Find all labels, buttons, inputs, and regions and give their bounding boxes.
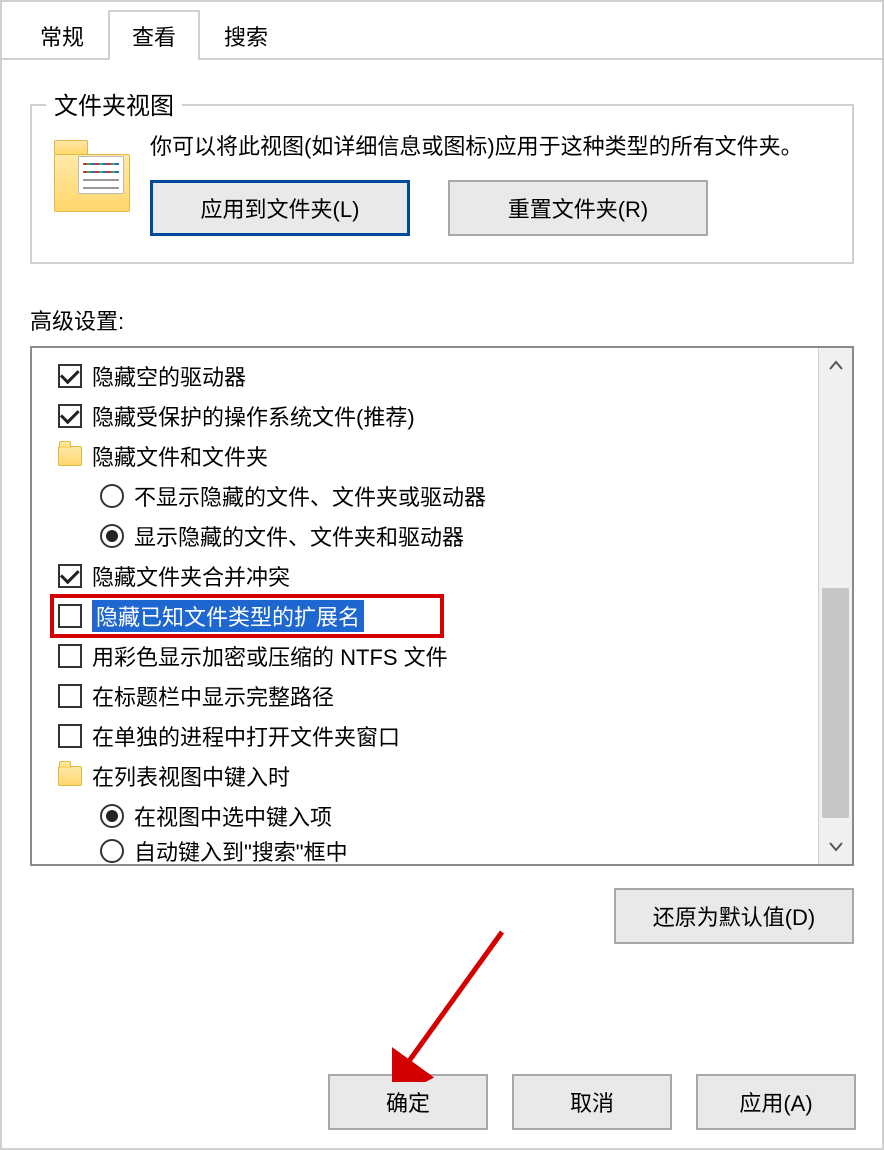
list-item[interactable]: 在视图中选中键入项 xyxy=(58,796,810,836)
checkbox-icon[interactable] xyxy=(58,364,82,388)
list-item-label: 隐藏受保护的操作系统文件(推荐) xyxy=(92,400,415,432)
folder-options-dialog: 常规 查看 搜索 文件夹视图 你可以将此视图(如详细信息或图标)应用于这种类型的… xyxy=(0,0,884,1150)
checkbox-icon[interactable] xyxy=(58,564,82,588)
dialog-buttons: 确定 取消 应用(A) xyxy=(2,1074,882,1130)
list-item[interactable]: 在单独的进程中打开文件夹窗口 xyxy=(58,716,810,756)
scroll-down-icon[interactable] xyxy=(819,830,853,864)
list-item-label: 隐藏文件和文件夹 xyxy=(92,440,268,472)
apply-to-folders-button[interactable]: 应用到文件夹(L) xyxy=(150,180,410,236)
list-item-label: 不显示隐藏的文件、文件夹或驱动器 xyxy=(134,480,486,512)
scroll-thumb[interactable] xyxy=(822,588,849,818)
checkbox-icon[interactable] xyxy=(58,684,82,708)
list-item[interactable]: 不显示隐藏的文件、文件夹或驱动器 xyxy=(58,476,810,516)
radio-icon[interactable] xyxy=(100,839,124,863)
list-item[interactable]: 在列表视图中键入时 xyxy=(58,756,810,796)
list-item-label: 显示隐藏的文件、文件夹和驱动器 xyxy=(134,520,464,552)
list-item[interactable]: 隐藏文件和文件夹 xyxy=(58,436,810,476)
scroll-up-icon[interactable] xyxy=(819,348,853,382)
reset-folders-button[interactable]: 重置文件夹(R) xyxy=(448,180,708,236)
folder-icon xyxy=(54,134,134,212)
list-item[interactable]: 隐藏空的驱动器 xyxy=(58,356,810,396)
list-item[interactable]: 在标题栏中显示完整路径 xyxy=(58,676,810,716)
list-item[interactable]: 显示隐藏的文件、文件夹和驱动器 xyxy=(58,516,810,556)
list-item-label: 在列表视图中键入时 xyxy=(92,760,290,792)
folder-icon xyxy=(58,446,82,466)
radio-icon[interactable] xyxy=(100,484,124,508)
radio-icon[interactable] xyxy=(100,524,124,548)
list-item-label: 在单独的进程中打开文件夹窗口 xyxy=(92,720,400,752)
folder-view-group: 文件夹视图 你可以将此视图(如详细信息或图标)应用于这种类型的所有文件夹。 应用… xyxy=(30,104,854,264)
checkbox-icon[interactable] xyxy=(58,604,82,628)
list-item-label: 隐藏文件夹合并冲突 xyxy=(92,560,290,592)
list-item-label: 隐藏空的驱动器 xyxy=(92,360,246,392)
restore-defaults-button[interactable]: 还原为默认值(D) xyxy=(614,888,854,944)
list-item-label: 在标题栏中显示完整路径 xyxy=(92,680,334,712)
cancel-button[interactable]: 取消 xyxy=(512,1074,672,1130)
list-item-label: 隐藏已知文件类型的扩展名 xyxy=(92,600,364,632)
apply-button[interactable]: 应用(A) xyxy=(696,1074,856,1130)
list-item[interactable]: 自动键入到"搜索"框中 xyxy=(58,836,810,864)
tab-general[interactable]: 常规 xyxy=(16,10,108,60)
folder-view-description: 你可以将此视图(如详细信息或图标)应用于这种类型的所有文件夹。 xyxy=(150,130,830,164)
tab-view[interactable]: 查看 xyxy=(108,10,200,60)
advanced-settings-list[interactable]: 隐藏空的驱动器隐藏受保护的操作系统文件(推荐) 隐藏文件和文件夹不显示隐藏的文件、… xyxy=(30,346,854,866)
folder-view-title: 文件夹视图 xyxy=(46,86,182,121)
tab-content-view: 文件夹视图 你可以将此视图(如详细信息或图标)应用于这种类型的所有文件夹。 应用… xyxy=(2,60,882,944)
checkbox-icon[interactable] xyxy=(58,404,82,428)
list-item-label: 用彩色显示加密或压缩的 NTFS 文件 xyxy=(92,640,448,672)
ok-button[interactable]: 确定 xyxy=(328,1074,488,1130)
list-item[interactable]: 隐藏已知文件类型的扩展名 xyxy=(52,596,442,636)
checkbox-icon[interactable] xyxy=(58,724,82,748)
list-item-label: 自动键入到"搜索"框中 xyxy=(134,836,348,864)
list-item[interactable]: 用彩色显示加密或压缩的 NTFS 文件 xyxy=(58,636,810,676)
scrollbar[interactable] xyxy=(818,348,852,864)
tab-search[interactable]: 搜索 xyxy=(200,10,292,60)
list-item[interactable]: 隐藏受保护的操作系统文件(推荐) xyxy=(58,396,810,436)
advanced-settings-label: 高级设置: xyxy=(30,304,854,336)
checkbox-icon[interactable] xyxy=(58,644,82,668)
list-item-label: 在视图中选中键入项 xyxy=(134,800,332,832)
radio-icon[interactable] xyxy=(100,804,124,828)
folder-icon xyxy=(58,766,82,786)
list-item[interactable]: 隐藏文件夹合并冲突 xyxy=(58,556,810,596)
tab-strip: 常规 查看 搜索 xyxy=(2,2,882,60)
annotation-arrow-icon xyxy=(392,922,512,1082)
